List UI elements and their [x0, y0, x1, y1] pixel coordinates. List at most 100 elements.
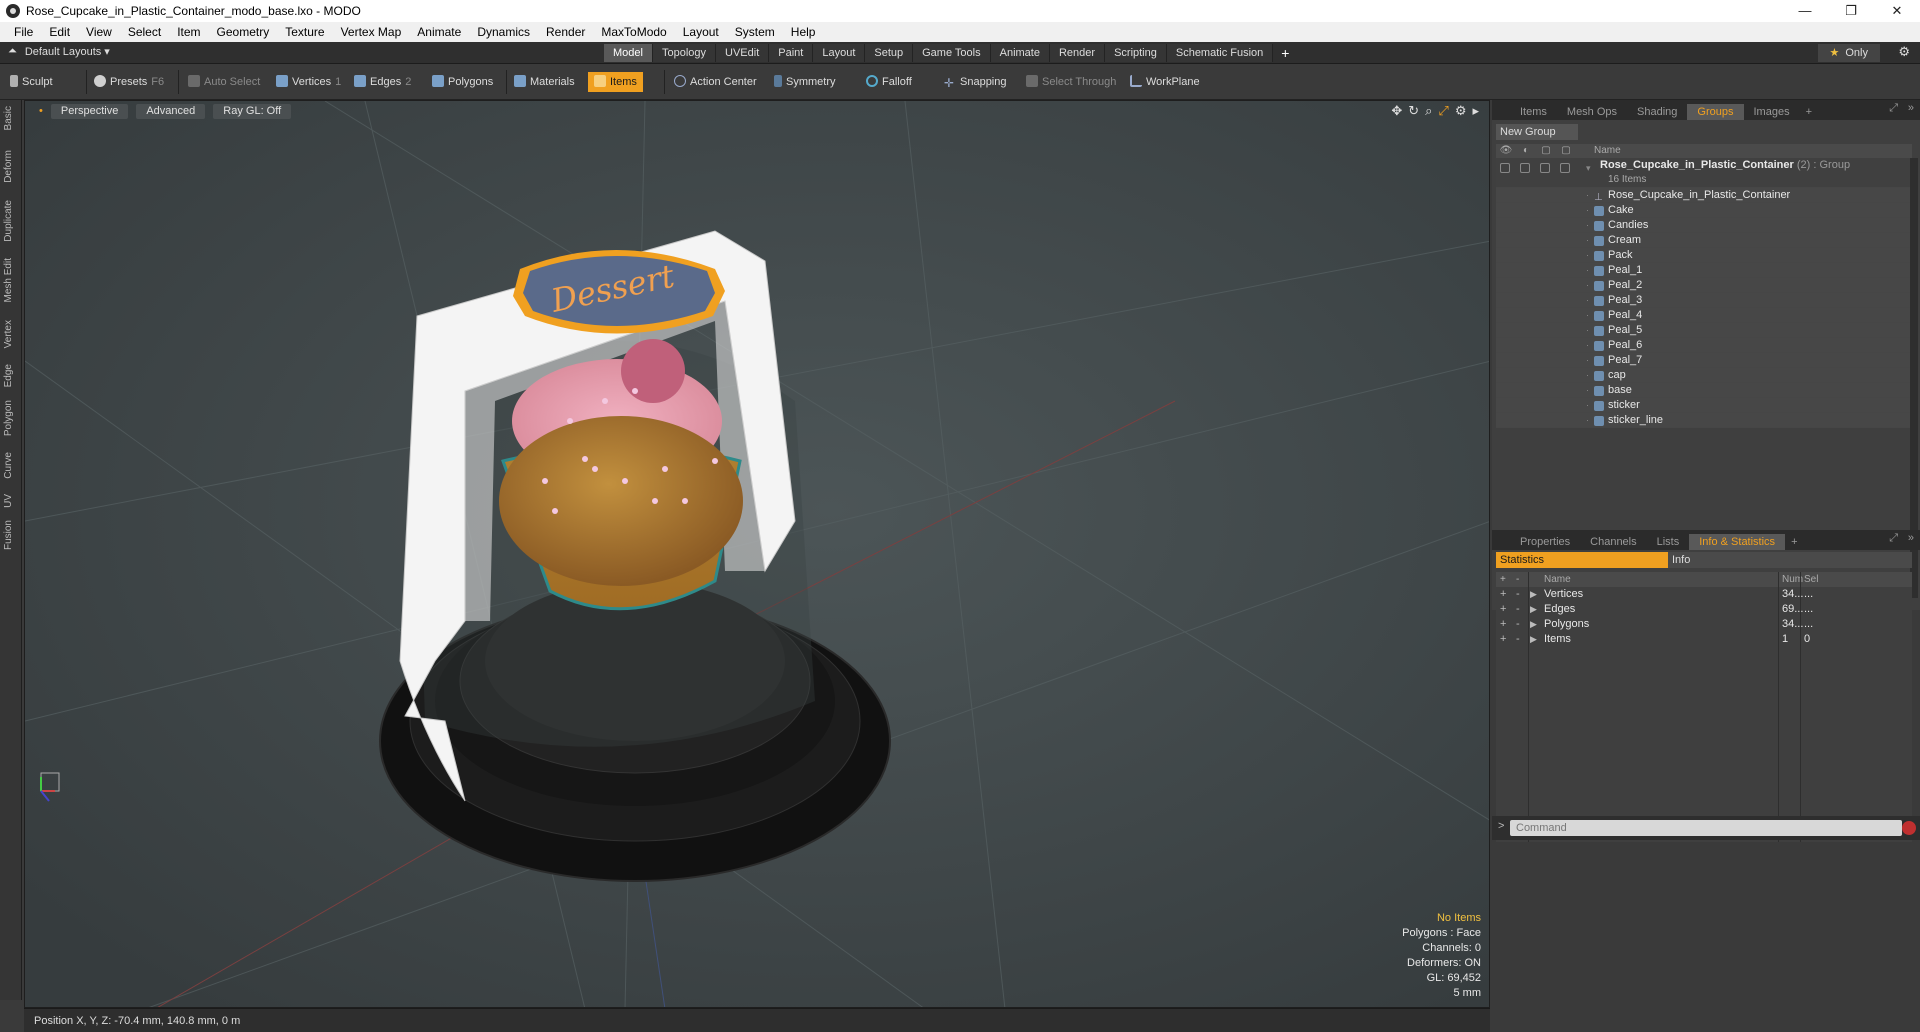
menu-maxtomodo[interactable]: MaxToModo — [593, 25, 674, 39]
viewport-expand-icon[interactable]: ▸ — [1472, 103, 1479, 119]
menu-geometry[interactable]: Geometry — [209, 25, 278, 39]
record-macro-icon[interactable] — [1902, 821, 1916, 835]
materials-button[interactable]: Materials — [510, 72, 575, 92]
remove-col-icon[interactable]: - — [1516, 572, 1519, 587]
vtab-deform[interactable]: Deform — [3, 150, 14, 183]
subtab-info[interactable]: Info — [1668, 552, 1912, 568]
tree-row-peal-4[interactable]: · Peal_4 — [1496, 308, 1912, 323]
expand-panel-icon[interactable]: ⤢ — [1889, 532, 1898, 545]
close-button[interactable]: ✕ — [1874, 0, 1920, 22]
falloff-button[interactable]: Falloff — [862, 72, 912, 92]
select-through-button[interactable]: Select Through — [1022, 72, 1116, 92]
fit-view-icon[interactable]: ⤢ — [1438, 103, 1448, 119]
vtab-uv[interactable]: UV — [3, 494, 14, 508]
tab-items[interactable]: Items — [1510, 104, 1557, 120]
vtab-polygon[interactable]: Polygon — [3, 400, 14, 436]
zoom-view-icon[interactable]: ⌕ — [1425, 103, 1432, 119]
workplane-button[interactable]: WorkPlane — [1126, 72, 1200, 92]
tree-row-cake[interactable]: · Cake — [1496, 203, 1912, 218]
command-input[interactable]: Command — [1510, 820, 1902, 836]
menu-texture[interactable]: Texture — [277, 25, 332, 39]
auto-select-button[interactable]: Auto Select — [184, 72, 260, 92]
remove-from-selection-icon[interactable]: - — [1516, 602, 1520, 617]
remove-from-selection-icon[interactable]: - — [1516, 587, 1520, 602]
layout-arrow-icon[interactable]: ⏶ — [8, 45, 17, 58]
vtab-duplicate[interactable]: Duplicate — [3, 200, 14, 242]
default-layouts-dropdown[interactable]: Default Layouts ▾ — [25, 45, 110, 58]
select-col-icon[interactable]: ▢ — [1558, 144, 1574, 158]
menu-help[interactable]: Help — [783, 25, 824, 39]
select-toggle-icon[interactable] — [1560, 163, 1570, 173]
tree-row-peal-1[interactable]: · Peal_1 — [1496, 263, 1912, 278]
polygons-button[interactable]: Polygons — [428, 72, 493, 92]
tab-uvedit[interactable]: UVEdit — [716, 44, 770, 62]
vtab-edge[interactable]: Edge — [3, 364, 14, 387]
tab-setup[interactable]: Setup — [865, 44, 914, 62]
vtab-vertex[interactable]: Vertex — [3, 320, 14, 348]
menu-render[interactable]: Render — [538, 25, 593, 39]
tree-row-candies[interactable]: · Candies — [1496, 218, 1912, 233]
tab-game-tools[interactable]: Game Tools — [913, 44, 991, 62]
edges-button[interactable]: Edges 2 — [350, 72, 411, 92]
tab-images[interactable]: Images — [1744, 104, 1800, 120]
only-toggle[interactable]: ★ Only — [1817, 44, 1880, 62]
menu-select[interactable]: Select — [120, 25, 169, 39]
tree-row-peal-7[interactable]: · Peal_7 — [1496, 353, 1912, 368]
tab-scripting[interactable]: Scripting — [1105, 44, 1167, 62]
new-group-button[interactable]: New Group — [1496, 124, 1578, 140]
group-root-row[interactable]: ▾ Rose_Cupcake_in_Plastic_Container (2) … — [1496, 158, 1912, 188]
lock-toggle-icon[interactable] — [1540, 163, 1550, 173]
3d-viewport[interactable]: Dessert • Perspective Advanced Ray GL: O… — [24, 100, 1490, 1008]
stats-row-vertices[interactable]: + - ▶ Vertices 34... ... — [1496, 587, 1912, 602]
maximize-button[interactable]: ❐ — [1828, 0, 1874, 22]
snapping-button[interactable]: ✛ Snapping — [940, 72, 1007, 92]
expand-panel-icon[interactable]: ⤢ — [1889, 102, 1898, 115]
presets-button[interactable]: Presets F6 — [90, 72, 164, 92]
tab-topology[interactable]: Topology — [652, 44, 717, 62]
menu-layout[interactable]: Layout — [675, 25, 727, 39]
tab-info-statistics[interactable]: Info & Statistics — [1689, 534, 1786, 550]
sculpt-button[interactable]: Sculpt — [6, 72, 53, 92]
lock-col-icon[interactable]: ▢ — [1538, 144, 1554, 158]
tab-shading[interactable]: Shading — [1627, 104, 1687, 120]
tree-row-pack[interactable]: · Pack — [1496, 248, 1912, 263]
tree-row-sticker-line[interactable]: · sticker_line — [1496, 413, 1912, 428]
add-to-selection-icon[interactable]: + — [1500, 587, 1506, 602]
add-panel-tab-icon[interactable]: + — [1800, 104, 1818, 120]
add-to-selection-icon[interactable]: + — [1500, 617, 1506, 632]
visibility-col-icon[interactable]: 👁 — [1498, 144, 1514, 158]
tab-lists[interactable]: Lists — [1647, 534, 1690, 550]
add-to-selection-icon[interactable]: + — [1500, 602, 1506, 617]
panel-chevron-icon[interactable]: » — [1908, 532, 1914, 544]
add-to-selection-icon[interactable]: + — [1500, 632, 1506, 647]
collapse-arrow-icon[interactable]: ▾ — [1586, 161, 1591, 176]
move-view-icon[interactable]: ✥ — [1391, 103, 1402, 119]
symmetry-button[interactable]: Symmetry — [770, 72, 836, 92]
stats-row-polygons[interactable]: + - ▶ Polygons 34... ... — [1496, 617, 1912, 632]
tree-row-cream[interactable]: · Cream — [1496, 233, 1912, 248]
tab-render[interactable]: Render — [1049, 44, 1106, 62]
stats-row-items[interactable]: + - ▶ Items 1 0 — [1496, 632, 1912, 647]
tree-row-sticker[interactable]: · sticker — [1496, 398, 1912, 413]
raygl-dropdown[interactable]: Ray GL: Off — [213, 103, 292, 119]
rotate-view-icon[interactable]: ↻ — [1408, 103, 1419, 119]
tab-model[interactable]: Model — [604, 44, 653, 62]
tree-row-locator[interactable]: · ⊥ Rose_Cupcake_in_Plastic_Container — [1496, 188, 1912, 203]
expand-arrow-icon[interactable]: ▶ — [1530, 632, 1537, 647]
menu-edit[interactable]: Edit — [41, 25, 78, 39]
tree-row-peal-3[interactable]: · Peal_3 — [1496, 293, 1912, 308]
tree-row-peal-2[interactable]: · Peal_2 — [1496, 278, 1912, 293]
gear-icon[interactable]: ⚙ — [1898, 44, 1910, 60]
vtab-mesh-edit[interactable]: Mesh Edit — [3, 258, 14, 302]
add-col-icon[interactable]: + — [1500, 572, 1506, 587]
minimize-button[interactable]: — — [1782, 0, 1828, 22]
menu-file[interactable]: File — [6, 25, 41, 39]
tab-properties[interactable]: Properties — [1510, 534, 1580, 550]
menu-dynamics[interactable]: Dynamics — [469, 25, 538, 39]
add-panel-tab-icon[interactable]: + — [1785, 534, 1803, 550]
expand-arrow-icon[interactable]: ▶ — [1530, 587, 1537, 602]
items-button[interactable]: Items — [588, 72, 643, 92]
remove-from-selection-icon[interactable]: - — [1516, 617, 1520, 632]
vtab-curve[interactable]: Curve — [3, 452, 14, 479]
tab-layout[interactable]: Layout — [813, 44, 866, 62]
